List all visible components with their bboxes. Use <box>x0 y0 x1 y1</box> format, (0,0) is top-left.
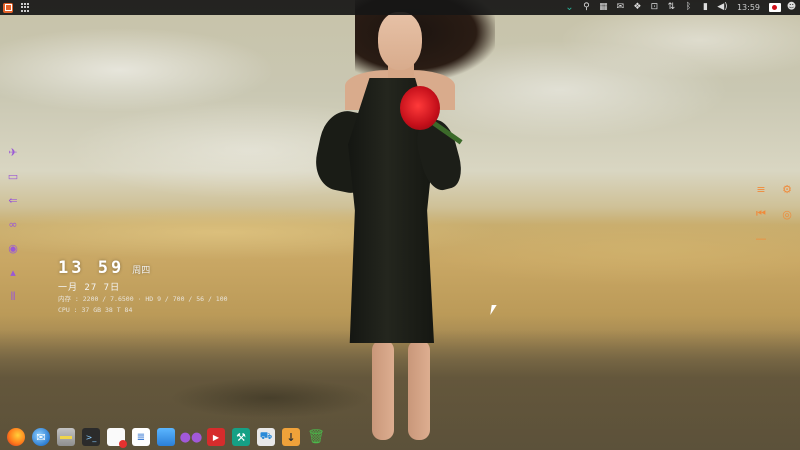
screen-icon[interactable]: ▦ <box>595 0 612 15</box>
chevron-down-icon[interactable]: ⌄ <box>561 0 578 15</box>
back-arrow-icon[interactable]: ⇐ <box>6 193 20 208</box>
cpu-stats: CPU : 37 GB 38 T 84 <box>58 306 133 314</box>
dock-item-system-monitor[interactable] <box>154 426 178 448</box>
glasses-icon[interactable]: ∞ <box>6 217 20 232</box>
menu-lines-icon[interactable]: ≡ <box>754 182 768 196</box>
settings-gear-icon[interactable]: ⚙ <box>780 182 794 196</box>
dock-item-settings-tools[interactable]: ⚒ <box>229 426 253 448</box>
desktop-clock-widget: 13 59 周四 一月 27 7日 内存 : 2200 / 7.6500 · H… <box>58 258 228 315</box>
dock-item-document-viewer[interactable] <box>104 426 128 448</box>
dock-item-trash[interactable]: 🗑 <box>304 426 328 448</box>
equalizer-icon[interactable]: ⦀ <box>6 289 20 304</box>
dropbox-icon[interactable]: ❖ <box>629 0 646 15</box>
dock-item-file-manager[interactable] <box>54 426 78 448</box>
network-icon[interactable]: ⇅ <box>663 0 680 15</box>
search-icon[interactable]: ⚲ <box>578 0 595 15</box>
system-monitor-icon <box>157 428 175 446</box>
bottom-dock: ✉ >_ ≣ ●● ▶ ⚒ ⛟ ↓ 🗑 <box>4 425 328 449</box>
volume-icon[interactable]: ◀) <box>714 0 731 15</box>
eye-icon[interactable]: ◎ <box>780 207 794 221</box>
previous-icon[interactable]: ⏮ <box>754 207 768 221</box>
memory-stats: 内存 : 2200 / 7.6500 · HD 9 / 700 / 56 / 1… <box>58 295 228 303</box>
clock-date: 一月 27 7日 <box>58 283 121 293</box>
lock-icon[interactable]: ▴ <box>6 265 20 280</box>
trash-icon: 🗑 <box>307 429 325 445</box>
user-icon[interactable]: ☻ <box>783 0 800 15</box>
app-store-icon: ⛟ <box>257 428 275 446</box>
desktop-wallpaper <box>0 0 800 450</box>
dock-item-firefox[interactable] <box>4 426 28 448</box>
firefox-icon <box>7 428 25 446</box>
dock-item-download-manager[interactable]: ↓ <box>279 426 303 448</box>
minus-icon[interactable]: — <box>754 231 768 245</box>
battery-icon[interactable]: ▮ <box>697 0 714 15</box>
settings-tools-icon: ⚒ <box>232 428 250 446</box>
left-quick-launcher: ✈ ▭ ⇐ ∞ ◉ ▴ ⦀ <box>6 145 20 304</box>
dock-item-thunderbird[interactable]: ✉ <box>29 426 53 448</box>
file-manager-icon <box>57 428 75 446</box>
dock-item-video-player[interactable]: ▶ <box>204 426 228 448</box>
app-menu-icon[interactable] <box>3 2 13 13</box>
input-method-flag-icon[interactable] <box>766 0 783 15</box>
mail-icon[interactable]: ✉ <box>612 0 629 15</box>
text-editor-icon: ≣ <box>132 428 150 446</box>
download-manager-icon: ↓ <box>282 428 300 446</box>
clock-weekday: 周四 <box>132 266 151 276</box>
dock-item-app-store[interactable]: ⛟ <box>254 426 278 448</box>
terminal-icon: >_ <box>82 428 100 446</box>
grid-icon[interactable] <box>21 2 31 13</box>
video-player-icon: ▶ <box>207 428 225 446</box>
bluetooth-icon[interactable]: ᛒ <box>680 0 697 15</box>
clock-time: 13 59 <box>58 258 125 278</box>
globe-icon[interactable]: ◉ <box>6 241 20 256</box>
plane-icon[interactable]: ✈ <box>6 145 20 160</box>
chat-app-icon: ●● <box>179 429 203 445</box>
dock-item-text-editor[interactable]: ≣ <box>129 426 153 448</box>
dock-item-chat-app[interactable]: ●● <box>179 426 203 448</box>
dock-item-terminal[interactable]: >_ <box>79 426 103 448</box>
thunderbird-icon: ✉ <box>32 428 50 446</box>
top-panel: ⌄ ⚲ ▦ ✉ ❖ ⊡ ⇅ ᛒ ▮ ◀) 13:59 ☻ <box>0 0 800 15</box>
document-viewer-icon <box>107 428 127 448</box>
chat-icon[interactable]: ▭ <box>6 169 20 184</box>
panel-clock[interactable]: 13:59 <box>731 3 766 12</box>
screenshot-icon[interactable]: ⊡ <box>646 0 663 15</box>
